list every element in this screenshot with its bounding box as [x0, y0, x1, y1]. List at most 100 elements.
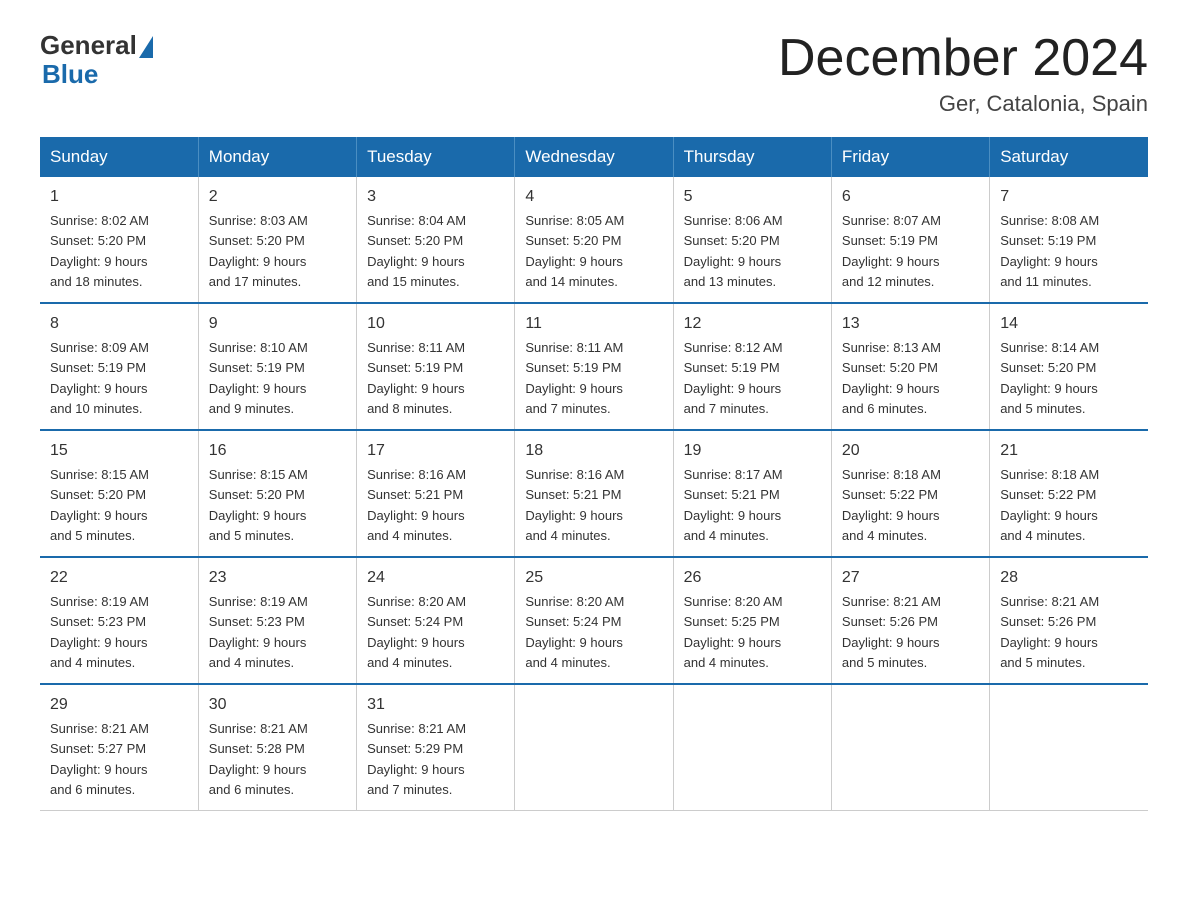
day-cell: 6 Sunrise: 8:07 AMSunset: 5:19 PMDaylight… — [831, 177, 989, 303]
day-info: Sunrise: 8:19 AMSunset: 5:23 PMDaylight:… — [50, 594, 149, 670]
day-cell: 31 Sunrise: 8:21 AMSunset: 5:29 PMDayligh… — [357, 684, 515, 811]
day-info: Sunrise: 8:21 AMSunset: 5:28 PMDaylight:… — [209, 721, 308, 797]
day-cell: 25Sunrise: 8:20 AMSunset: 5:24 PMDayligh… — [515, 557, 673, 684]
week-row-3: 15 Sunrise: 8:15 AMSunset: 5:20 PMDayligh… — [40, 430, 1148, 557]
day-info: Sunrise: 8:15 AMSunset: 5:20 PMDaylight:… — [209, 467, 308, 543]
day-number: 24 — [367, 566, 504, 590]
day-cell: 10Sunrise: 8:11 AMSunset: 5:19 PMDayligh… — [357, 303, 515, 430]
day-info: Sunrise: 8:18 AMSunset: 5:22 PMDaylight:… — [842, 467, 941, 543]
day-info: Sunrise: 8:21 AMSunset: 5:26 PMDaylight:… — [1000, 594, 1099, 670]
logo-triangle-icon — [139, 36, 153, 58]
header-cell-sunday: Sunday — [40, 137, 198, 177]
day-info: Sunrise: 8:07 AMSunset: 5:19 PMDaylight:… — [842, 213, 941, 289]
day-number: 18 — [525, 439, 662, 463]
day-info: Sunrise: 8:14 AMSunset: 5:20 PMDaylight:… — [1000, 340, 1099, 416]
day-info: Sunrise: 8:13 AMSunset: 5:20 PMDaylight:… — [842, 340, 941, 416]
day-cell: 22 Sunrise: 8:19 AMSunset: 5:23 PMDayligh… — [40, 557, 198, 684]
day-number: 30 — [209, 693, 346, 717]
day-number: 31 — [367, 693, 504, 717]
day-info: Sunrise: 8:21 AMSunset: 5:26 PMDaylight:… — [842, 594, 941, 670]
day-number: 17 — [367, 439, 504, 463]
day-cell: 7 Sunrise: 8:08 AMSunset: 5:19 PMDaylight… — [990, 177, 1148, 303]
day-info: Sunrise: 8:18 AMSunset: 5:22 PMDaylight:… — [1000, 467, 1099, 543]
day-cell: 20 Sunrise: 8:18 AMSunset: 5:22 PMDayligh… — [831, 430, 989, 557]
day-cell: 28 Sunrise: 8:21 AMSunset: 5:26 PMDayligh… — [990, 557, 1148, 684]
day-cell: 12 Sunrise: 8:12 AMSunset: 5:19 PMDayligh… — [673, 303, 831, 430]
day-cell: 3 Sunrise: 8:04 AMSunset: 5:20 PMDaylight… — [357, 177, 515, 303]
day-number: 15 — [50, 439, 188, 463]
calendar-subtitle: Ger, Catalonia, Spain — [778, 91, 1148, 117]
day-cell: 29 Sunrise: 8:21 AMSunset: 5:27 PMDayligh… — [40, 684, 198, 811]
day-info: Sunrise: 8:21 AMSunset: 5:29 PMDaylight:… — [367, 721, 466, 797]
day-cell: 1 Sunrise: 8:02 AMSunset: 5:20 PMDaylight… — [40, 177, 198, 303]
header-cell-friday: Friday — [831, 137, 989, 177]
day-cell: 17 Sunrise: 8:16 AMSunset: 5:21 PMDayligh… — [357, 430, 515, 557]
day-cell: 24Sunrise: 8:20 AMSunset: 5:24 PMDayligh… — [357, 557, 515, 684]
day-number: 12 — [684, 312, 821, 336]
day-cell: 2 Sunrise: 8:03 AMSunset: 5:20 PMDaylight… — [198, 177, 356, 303]
day-cell — [515, 684, 673, 811]
day-cell: 13 Sunrise: 8:13 AMSunset: 5:20 PMDayligh… — [831, 303, 989, 430]
header-cell-wednesday: Wednesday — [515, 137, 673, 177]
day-cell: 27 Sunrise: 8:21 AMSunset: 5:26 PMDayligh… — [831, 557, 989, 684]
week-row-1: 1 Sunrise: 8:02 AMSunset: 5:20 PMDaylight… — [40, 177, 1148, 303]
day-number: 29 — [50, 693, 188, 717]
day-number: 4 — [525, 185, 662, 209]
day-info: Sunrise: 8:10 AMSunset: 5:19 PMDaylight:… — [209, 340, 308, 416]
day-number: 6 — [842, 185, 979, 209]
day-cell: 5 Sunrise: 8:06 AMSunset: 5:20 PMDaylight… — [673, 177, 831, 303]
day-info: Sunrise: 8:21 AMSunset: 5:27 PMDaylight:… — [50, 721, 149, 797]
logo-blue-text: Blue — [42, 59, 98, 89]
day-cell — [990, 684, 1148, 811]
day-number: 10 — [367, 312, 504, 336]
day-info: Sunrise: 8:19 AMSunset: 5:23 PMDaylight:… — [209, 594, 308, 670]
day-info: Sunrise: 8:16 AMSunset: 5:21 PMDaylight:… — [367, 467, 466, 543]
day-number: 27 — [842, 566, 979, 590]
day-cell: 19Sunrise: 8:17 AMSunset: 5:21 PMDayligh… — [673, 430, 831, 557]
day-info: Sunrise: 8:15 AMSunset: 5:20 PMDaylight:… — [50, 467, 149, 543]
header-cell-thursday: Thursday — [673, 137, 831, 177]
day-info: Sunrise: 8:20 AMSunset: 5:25 PMDaylight:… — [684, 594, 783, 670]
day-info: Sunrise: 8:06 AMSunset: 5:20 PMDaylight:… — [684, 213, 783, 289]
day-number: 16 — [209, 439, 346, 463]
day-info: Sunrise: 8:20 AMSunset: 5:24 PMDaylight:… — [525, 594, 624, 670]
day-cell: 21 Sunrise: 8:18 AMSunset: 5:22 PMDayligh… — [990, 430, 1148, 557]
day-info: Sunrise: 8:12 AMSunset: 5:19 PMDaylight:… — [684, 340, 783, 416]
day-cell — [831, 684, 989, 811]
day-cell: 15 Sunrise: 8:15 AMSunset: 5:20 PMDayligh… — [40, 430, 198, 557]
day-info: Sunrise: 8:09 AMSunset: 5:19 PMDaylight:… — [50, 340, 149, 416]
day-info: Sunrise: 8:04 AMSunset: 5:20 PMDaylight:… — [367, 213, 466, 289]
day-number: 5 — [684, 185, 821, 209]
week-row-5: 29 Sunrise: 8:21 AMSunset: 5:27 PMDayligh… — [40, 684, 1148, 811]
day-number: 3 — [367, 185, 504, 209]
day-number: 2 — [209, 185, 346, 209]
day-cell: 16 Sunrise: 8:15 AMSunset: 5:20 PMDayligh… — [198, 430, 356, 557]
day-cell: 4Sunrise: 8:05 AMSunset: 5:20 PMDaylight… — [515, 177, 673, 303]
week-row-4: 22 Sunrise: 8:19 AMSunset: 5:23 PMDayligh… — [40, 557, 1148, 684]
day-number: 22 — [50, 566, 188, 590]
day-cell — [673, 684, 831, 811]
day-number: 19 — [684, 439, 821, 463]
day-info: Sunrise: 8:03 AMSunset: 5:20 PMDaylight:… — [209, 213, 308, 289]
day-number: 23 — [209, 566, 346, 590]
week-row-2: 8Sunrise: 8:09 AMSunset: 5:19 PMDaylight… — [40, 303, 1148, 430]
header-cell-saturday: Saturday — [990, 137, 1148, 177]
day-cell: 14Sunrise: 8:14 AMSunset: 5:20 PMDayligh… — [990, 303, 1148, 430]
calendar-table: SundayMondayTuesdayWednesdayThursdayFrid… — [40, 137, 1148, 811]
day-number: 13 — [842, 312, 979, 336]
day-cell: 8Sunrise: 8:09 AMSunset: 5:19 PMDaylight… — [40, 303, 198, 430]
day-cell: 26Sunrise: 8:20 AMSunset: 5:25 PMDayligh… — [673, 557, 831, 684]
header-row: SundayMondayTuesdayWednesdayThursdayFrid… — [40, 137, 1148, 177]
day-number: 9 — [209, 312, 346, 336]
day-number: 1 — [50, 185, 188, 209]
day-info: Sunrise: 8:08 AMSunset: 5:19 PMDaylight:… — [1000, 213, 1099, 289]
day-number: 21 — [1000, 439, 1138, 463]
day-cell: 9 Sunrise: 8:10 AMSunset: 5:19 PMDaylight… — [198, 303, 356, 430]
day-info: Sunrise: 8:02 AMSunset: 5:20 PMDaylight:… — [50, 213, 149, 289]
day-number: 20 — [842, 439, 979, 463]
day-info: Sunrise: 8:11 AMSunset: 5:19 PMDaylight:… — [525, 340, 623, 416]
day-cell: 30 Sunrise: 8:21 AMSunset: 5:28 PMDayligh… — [198, 684, 356, 811]
title-block: December 2024 Ger, Catalonia, Spain — [778, 30, 1148, 117]
day-number: 7 — [1000, 185, 1138, 209]
day-number: 28 — [1000, 566, 1138, 590]
